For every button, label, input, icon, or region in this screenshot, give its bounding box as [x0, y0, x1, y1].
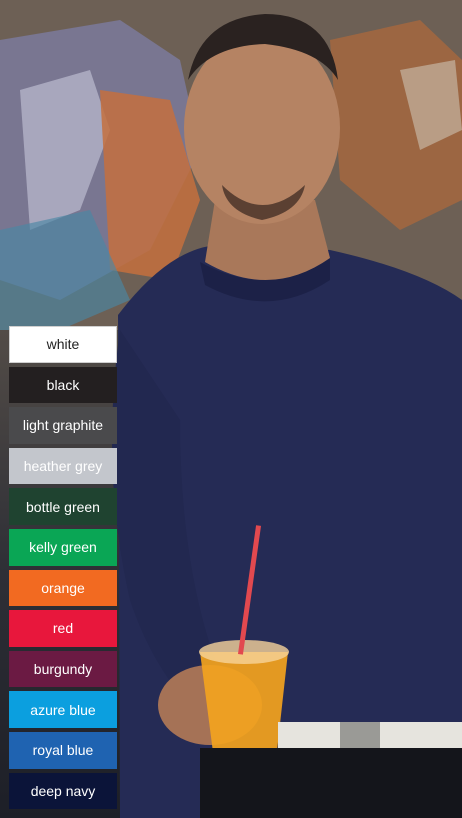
color-swatch-royal-blue[interactable]: royal blue	[9, 731, 117, 769]
color-swatch-orange[interactable]: orange	[9, 569, 117, 607]
color-swatch-light-graphite[interactable]: light graphite	[9, 407, 117, 444]
color-swatch-red[interactable]: red	[9, 610, 117, 647]
color-swatch-burgundy[interactable]: burgundy	[9, 650, 117, 688]
color-swatch-azure-blue[interactable]: azure blue	[9, 691, 117, 728]
color-swatch-deep-navy[interactable]: deep navy	[9, 772, 117, 810]
color-swatch-kelly-green[interactable]: kelly green	[9, 528, 117, 566]
color-swatch-list: white black light graphite heather grey bott…	[9, 326, 117, 810]
color-swatch-heather-grey[interactable]: heather grey	[9, 447, 117, 485]
color-swatch-white[interactable]: white	[9, 326, 117, 363]
color-swatch-black[interactable]: black	[9, 366, 117, 404]
color-swatch-bottle-green[interactable]: bottle green	[9, 488, 117, 525]
